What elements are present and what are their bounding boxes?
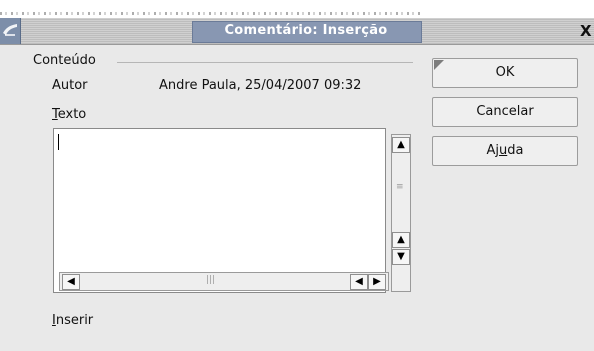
arrow-down-icon: ▼ xyxy=(397,251,405,262)
arrow-right-icon: ▶ xyxy=(373,276,381,287)
background-text-fragment xyxy=(0,12,420,15)
arrow-up-icon: ▲ xyxy=(397,234,405,245)
scroll-up-button-lower[interactable]: ▲ xyxy=(392,232,410,248)
comment-insert-dialog: Comentário: Inserção X Conteúdo Autor An… xyxy=(0,0,594,351)
dialog-title: Comentário: Inserção xyxy=(224,23,388,38)
window-menu-button[interactable] xyxy=(0,18,21,44)
close-icon[interactable]: X xyxy=(580,21,594,41)
text-label: Texto xyxy=(52,107,86,122)
insert-label: Inserir xyxy=(52,313,93,328)
scroll-up-button[interactable]: ▲ xyxy=(392,137,410,153)
help-label-prefix: Aj xyxy=(486,143,500,158)
ok-button-label: OK xyxy=(495,65,515,80)
help-label-suffix: da xyxy=(507,143,524,158)
title-bar[interactable]: Comentário: Inserção X xyxy=(0,18,594,45)
scroll-grip-icon[interactable]: ≡ xyxy=(396,183,404,192)
text-label-rest: exto xyxy=(57,107,87,122)
help-button[interactable]: Ajuda xyxy=(432,136,578,166)
group-divider xyxy=(117,62,413,63)
content-group-label: Conteúdo xyxy=(33,53,96,68)
scroll-right-button[interactable]: ▶ xyxy=(368,274,386,290)
arrow-left-icon: ◀ xyxy=(67,276,75,287)
default-button-marker xyxy=(434,60,444,70)
help-button-label: Ajuda xyxy=(487,143,524,158)
author-value: Andre Paula, 25/04/2007 09:32 xyxy=(159,78,362,93)
scroll-left-button[interactable]: ◀ xyxy=(62,274,80,290)
arrow-left-icon: ◀ xyxy=(355,276,363,287)
comment-text-area[interactable] xyxy=(53,128,386,293)
hscroll-grip-icon[interactable]: ||| xyxy=(206,275,215,285)
insert-label-rest: nserir xyxy=(55,313,94,328)
author-label: Autor xyxy=(52,78,88,93)
horizontal-scrollbar[interactable]: ◀ ||| ◀ ▶ xyxy=(59,272,389,291)
office-app-icon xyxy=(3,24,17,36)
text-cursor xyxy=(58,134,59,150)
scroll-down-button[interactable]: ▼ xyxy=(392,249,410,265)
cancel-button-label: Cancelar xyxy=(476,104,534,119)
arrow-up-icon: ▲ xyxy=(397,139,405,150)
background-window-edge xyxy=(0,0,594,18)
ok-button[interactable]: OK xyxy=(432,58,578,88)
vertical-scrollbar[interactable]: ▲ ≡ ▲ ▼ xyxy=(391,134,411,292)
cancel-button[interactable]: Cancelar xyxy=(432,97,578,127)
scroll-left-button-right[interactable]: ◀ xyxy=(350,274,368,290)
